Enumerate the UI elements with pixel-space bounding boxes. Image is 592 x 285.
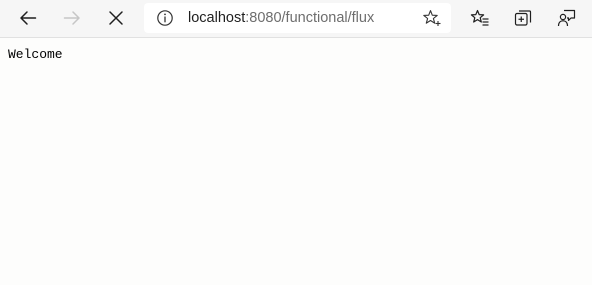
browser-toolbar: localhost:8080/functional/flux [0, 0, 592, 38]
forward-button[interactable] [56, 3, 88, 33]
feedback-icon [557, 9, 576, 27]
collections-icon [514, 10, 532, 26]
favorites-icon [470, 9, 489, 26]
back-button[interactable] [12, 3, 44, 33]
address-url[interactable]: localhost:8080/functional/flux [188, 9, 374, 27]
url-host: localhost [188, 10, 246, 26]
stop-loading-icon [109, 11, 123, 25]
stop-loading-button[interactable] [100, 3, 132, 33]
site-info-icon[interactable] [156, 9, 174, 27]
page-content: Welcome [0, 38, 592, 285]
welcome-text: Welcome [8, 47, 63, 62]
forward-arrow-icon [63, 11, 80, 25]
favorites-button[interactable] [464, 3, 496, 33]
collections-button[interactable] [507, 3, 539, 33]
add-favorite-star-icon[interactable] [422, 8, 442, 28]
feedback-button[interactable] [551, 3, 583, 33]
url-path: :8080/functional/flux [245, 10, 375, 26]
back-arrow-icon [20, 11, 37, 25]
address-bar[interactable]: localhost:8080/functional/flux [144, 3, 451, 33]
